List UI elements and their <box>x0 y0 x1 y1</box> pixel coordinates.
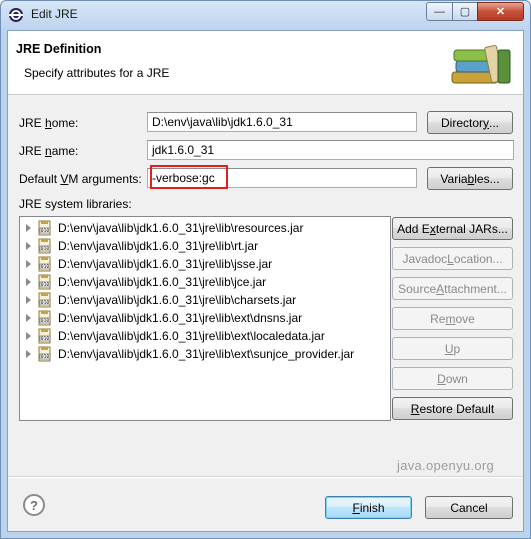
edit-jre-window: Edit JRE — ▢ ✕ JRE Definition Specify at… <box>0 0 531 539</box>
remove-button[interactable]: Re m ove <box>392 307 513 330</box>
svg-text:010: 010 <box>41 336 49 342</box>
jar-file-icon: 010 <box>38 274 51 290</box>
minimize-icon: — <box>434 5 445 18</box>
jre-system-libraries-label: JRE system libraries: <box>19 197 132 211</box>
jre-home-label: JRE home: <box>19 116 79 130</box>
jar-file-icon: 010 <box>38 238 51 254</box>
down-button[interactable]: Down <box>392 367 513 390</box>
jar-file-icon: 010 <box>38 292 51 308</box>
library-path: D:\env\java\lib\jdk1.6.0_31\jre\lib\reso… <box>58 221 304 235</box>
dialog-header: JRE Definition Specify attributes for a … <box>8 31 523 95</box>
close-button[interactable]: ✕ <box>477 2 524 21</box>
svg-text:010: 010 <box>41 318 49 324</box>
library-path: D:\env\java\lib\jdk1.6.0_31\jre\lib\jsse… <box>58 257 273 271</box>
list-item[interactable]: 010 D:\env\java\lib\jdk1.6.0_31\jre\lib\r… <box>20 219 390 237</box>
list-item[interactable]: 010 D:\env\java\lib\jdk1.6.0_31\jre\lib\j… <box>20 273 390 291</box>
list-item[interactable]: 010 D:\env\java\lib\jdk1.6.0_31\jre\lib\e… <box>20 309 390 327</box>
svg-text:010: 010 <box>41 282 49 288</box>
dialog-client-area: JRE Definition Specify attributes for a … <box>7 30 524 532</box>
vm-arguments-highlight <box>150 165 228 189</box>
jar-file-icon: 010 <box>38 256 51 272</box>
library-path: D:\env\java\lib\jdk1.6.0_31\jre\lib\jce.… <box>58 275 267 289</box>
library-path: D:\env\java\lib\jdk1.6.0_31\jre\lib\ext\… <box>58 311 303 325</box>
maximize-icon: ▢ <box>459 6 471 18</box>
directory-button[interactable]: Director y... <box>427 111 513 134</box>
expand-arrow-icon[interactable] <box>26 350 31 358</box>
library-path: D:\env\java\lib\jdk1.6.0_31\jre\lib\ext\… <box>58 329 325 343</box>
window-title: Edit JRE <box>31 7 78 21</box>
close-icon: ✕ <box>495 6 506 18</box>
help-button[interactable]: ? <box>23 494 45 516</box>
jar-file-icon: 010 <box>38 346 51 362</box>
expand-arrow-icon[interactable] <box>26 224 31 232</box>
expand-arrow-icon[interactable] <box>26 332 31 340</box>
libraries-tree[interactable]: 010 D:\env\java\lib\jdk1.6.0_31\jre\lib\r… <box>19 216 391 421</box>
list-item[interactable]: 010 D:\env\java\lib\jdk1.6.0_31\jre\lib\c… <box>20 291 390 309</box>
source-attachment-button[interactable]: Source Attachment... <box>392 277 513 300</box>
library-path: D:\env\java\lib\jdk1.6.0_31\jre\lib\ext\… <box>58 347 355 361</box>
cancel-button[interactable]: Cancel <box>425 496 513 519</box>
minimize-button[interactable]: — <box>426 2 453 21</box>
list-item[interactable]: 010 D:\env\java\lib\jdk1.6.0_31\jre\lib\r… <box>20 237 390 255</box>
jre-home-input[interactable]: D:\env\java\lib\jdk1.6.0_31 <box>147 112 417 132</box>
list-item[interactable]: 010 D:\env\java\lib\jdk1.6.0_31\jre\lib\e… <box>20 345 390 363</box>
vm-arguments-label: Default VM arguments: <box>19 172 142 186</box>
jar-file-icon: 010 <box>38 328 51 344</box>
add-external-jars-button[interactable]: Add Ex ternal JARs... <box>392 217 513 240</box>
expand-arrow-icon[interactable] <box>26 242 31 250</box>
svg-text:010: 010 <box>41 264 49 270</box>
help-icon: ? <box>30 497 38 513</box>
svg-text:010: 010 <box>41 354 49 360</box>
svg-text:010: 010 <box>41 228 49 234</box>
jre-name-label: JRE name: <box>19 144 79 158</box>
up-button[interactable]: Up <box>392 337 513 360</box>
books-icon <box>451 45 511 84</box>
header-subtitle: Specify attributes for a JRE <box>24 66 170 80</box>
footer-separator <box>8 476 523 478</box>
eclipse-icon <box>9 8 23 22</box>
svg-text:010: 010 <box>41 246 49 252</box>
expand-arrow-icon[interactable] <box>26 314 31 322</box>
watermark-text: java.openyu.org <box>397 458 495 473</box>
header-title: JRE Definition <box>16 42 102 56</box>
finish-button[interactable]: Finish <box>325 496 412 519</box>
expand-arrow-icon[interactable] <box>26 296 31 304</box>
javadoc-location-button[interactable]: Javadoc Location... <box>392 247 513 270</box>
jar-file-icon: 010 <box>38 310 51 326</box>
svg-text:010: 010 <box>41 300 49 306</box>
list-item[interactable]: 010 D:\env\java\lib\jdk1.6.0_31\jre\lib\j… <box>20 255 390 273</box>
title-bar[interactable]: Edit JRE — ▢ ✕ <box>1 1 530 29</box>
list-item[interactable]: 010 D:\env\java\lib\jdk1.6.0_31\jre\lib\e… <box>20 327 390 345</box>
jre-name-input[interactable]: jdk1.6.0_31 <box>147 140 514 160</box>
library-path: D:\env\java\lib\jdk1.6.0_31\jre\lib\char… <box>58 293 297 307</box>
expand-arrow-icon[interactable] <box>26 278 31 286</box>
variables-button[interactable]: Varia b les... <box>427 167 513 190</box>
expand-arrow-icon[interactable] <box>26 260 31 268</box>
restore-default-button[interactable]: Restore Default <box>392 397 513 420</box>
library-path: D:\env\java\lib\jdk1.6.0_31\jre\lib\rt.j… <box>58 239 259 253</box>
maximize-button[interactable]: ▢ <box>452 2 478 21</box>
jar-file-icon: 010 <box>38 220 51 236</box>
